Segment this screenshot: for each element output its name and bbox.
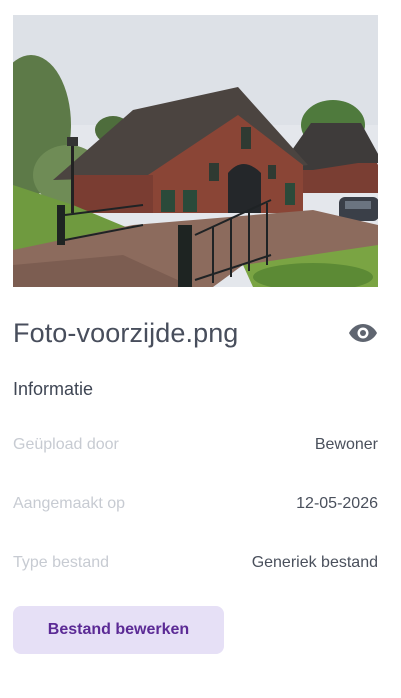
info-row-file-type: Type bestand Generiek bestand	[13, 554, 378, 572]
info-label: Type bestand	[13, 554, 110, 571]
info-row-uploaded-by: Geüpload door Bewoner	[13, 436, 378, 454]
info-value: 12-05-2026	[296, 495, 378, 512]
info-label: Aangemaakt op	[13, 495, 126, 512]
eye-icon	[349, 324, 377, 342]
file-header: Foto-voorzijde.png	[13, 311, 379, 355]
file-name-title: Foto-voorzijde.png	[13, 317, 239, 348]
edit-file-button[interactable]: Bestand bewerken	[13, 606, 224, 654]
info-row-created-on: Aangemaakt op 12-05-2026	[13, 495, 378, 513]
view-file-button[interactable]	[347, 320, 379, 346]
information-heading: Informatie	[13, 379, 94, 399]
info-value: Bewoner	[314, 436, 378, 453]
info-value: Generiek bestand	[251, 554, 378, 571]
file-preview-image	[13, 15, 378, 287]
info-label: Geüpload door	[13, 436, 119, 453]
